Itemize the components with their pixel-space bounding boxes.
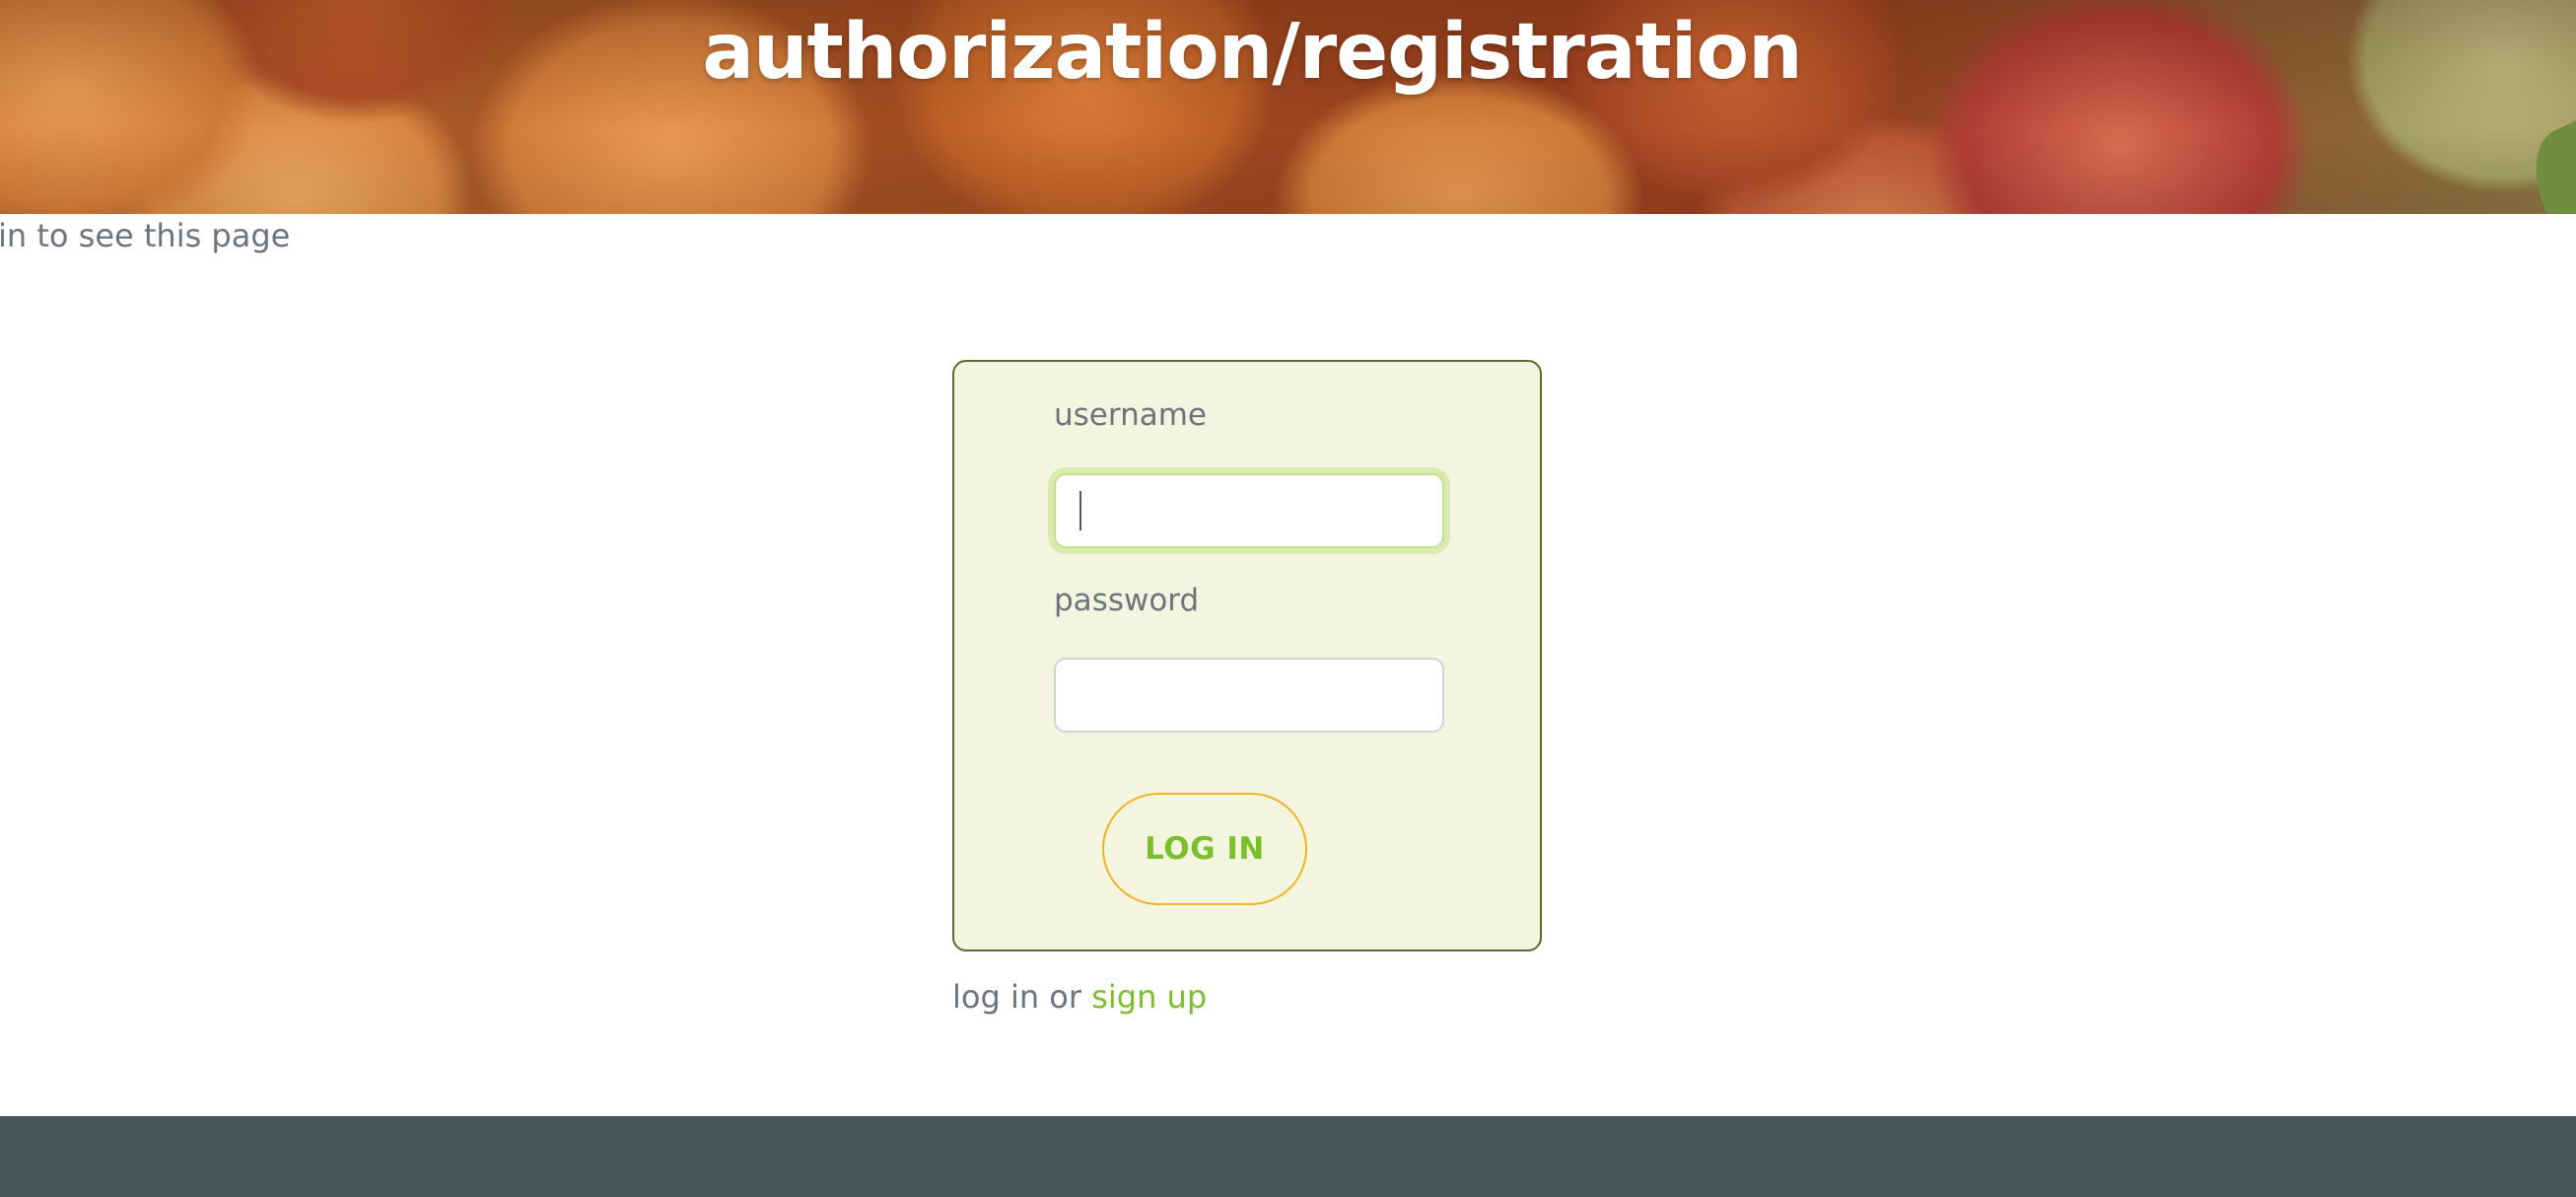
login-button[interactable]: LOG IN	[1102, 793, 1307, 905]
auth-switch: log in or sign up	[952, 978, 1207, 1016]
password-input[interactable]	[1054, 658, 1444, 733]
login-required-notice: in to see this page	[0, 217, 291, 254]
page-title: authorization/registration	[702, 8, 1802, 97]
signup-link[interactable]: sign up	[1091, 978, 1207, 1016]
hero-banner: authorization/registration	[0, 0, 2576, 214]
login-form: username password LOG IN	[952, 360, 1542, 951]
username-label: username	[1054, 397, 1207, 433]
username-input[interactable]	[1054, 473, 1444, 548]
text-cursor	[1079, 491, 1081, 530]
password-label: password	[1054, 583, 1200, 618]
auth-switch-prefix: log in or	[952, 978, 1082, 1016]
page-footer	[0, 1116, 2576, 1197]
